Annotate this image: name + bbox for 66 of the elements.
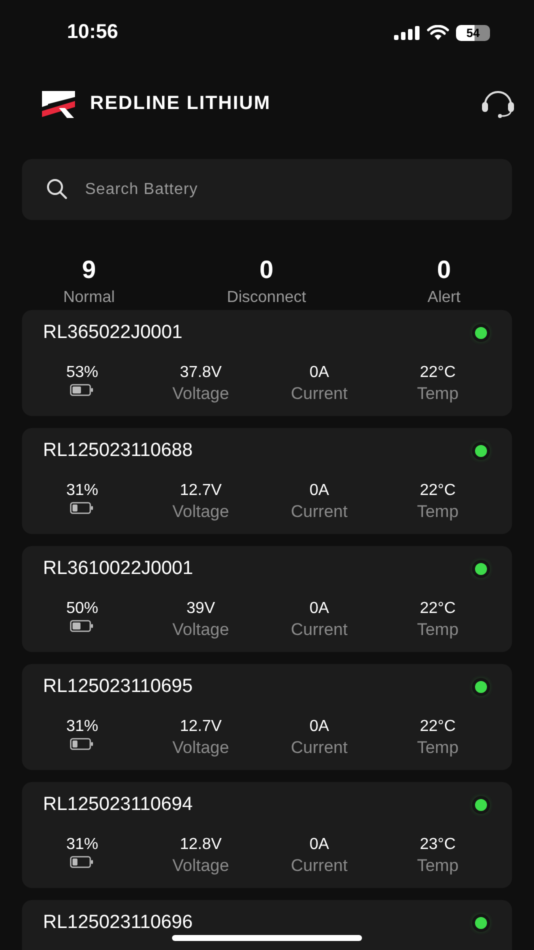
battery-card[interactable]: RL125023110695 31% 12.7V Voltage 0A Current 22°C Temp (22, 664, 512, 770)
battery-icon (70, 738, 94, 750)
battery-name: RL125023110694 (43, 794, 193, 816)
temp-value: 23°C (420, 836, 456, 854)
current-label: Current (290, 502, 348, 522)
voltage-label: Voltage (172, 384, 230, 404)
charge-value: 53% (66, 364, 98, 382)
temp-label: Temp (416, 738, 459, 758)
charge-value: 31% (66, 718, 98, 736)
battery-name: RL365022J0001 (43, 322, 182, 344)
summary-label: Disconnect (226, 289, 306, 307)
battery-icon (70, 384, 94, 396)
current-label: Current (290, 856, 348, 876)
voltage-value: 37.8V (180, 364, 222, 382)
signal-icon (394, 26, 420, 40)
battery-card[interactable]: RL3610022J0001 50% 39V Voltage 0A Current 22°C Temp (22, 546, 512, 652)
battery-name: RL3610022J0001 (43, 558, 194, 580)
voltage-label: Voltage (172, 502, 230, 522)
battery-card[interactable]: RL125023110688 31% 12.7V Voltage 0A Current 22°C Temp (22, 428, 512, 534)
battery-name: RL125023110696 (43, 912, 193, 934)
temp-label: Temp (416, 502, 459, 522)
battery-name: RL125023110695 (43, 676, 193, 698)
voltage-label: Voltage (172, 856, 230, 876)
charge-value: 50% (66, 600, 98, 618)
current-value: 0A (309, 718, 330, 736)
current-label: Current (290, 620, 348, 640)
temp-value: 22°C (420, 364, 456, 382)
wifi-icon (427, 25, 449, 40)
headset-icon[interactable] (480, 89, 516, 119)
current-value: 0A (309, 482, 330, 500)
voltage-value: 12.7V (180, 718, 222, 736)
voltage-label: Voltage (172, 738, 230, 758)
battery-card[interactable]: RL125023110694 31% 12.8V Voltage 0A Current 23°C Temp (22, 782, 512, 888)
battery-name: RL125023110688 (43, 440, 193, 462)
summary-count: 9 (82, 256, 96, 285)
battery-icon (70, 856, 94, 868)
current-value: 0A (309, 364, 330, 382)
current-label: Current (290, 384, 348, 404)
charge-value: 31% (66, 482, 98, 500)
voltage-label: Voltage (172, 620, 230, 640)
summary-label: Normal (63, 289, 115, 307)
battery-icon (70, 502, 94, 514)
current-value: 0A (309, 600, 330, 618)
current-value: 0A (309, 836, 330, 854)
logo-icon (42, 90, 75, 118)
search-field[interactable]: Search Battery (22, 159, 512, 220)
voltage-value: 12.7V (180, 482, 222, 500)
temp-label: Temp (416, 620, 459, 640)
battery-indicator: 54 (456, 24, 490, 40)
temp-label: Temp (416, 384, 459, 404)
temp-value: 22°C (420, 482, 456, 500)
summary-label: Alert (428, 289, 460, 307)
voltage-value: 39V (186, 600, 215, 618)
status-time: 10:56 (67, 21, 118, 44)
brand-name: REDLINE LITHIUM (90, 93, 271, 115)
battery-card[interactable]: RL365022J0001 53% 37.8V Voltage 0A Current 22°C Temp (22, 310, 512, 416)
voltage-value: 12.8V (180, 836, 222, 854)
battery-icon (70, 620, 94, 632)
charge-value: 31% (66, 836, 98, 854)
temp-value: 22°C (420, 718, 456, 736)
summary-count: 0 (260, 256, 274, 285)
temp-label: Temp (416, 856, 459, 876)
current-label: Current (290, 738, 348, 758)
summary-count: 0 (437, 256, 451, 285)
temp-value: 22°C (420, 600, 456, 618)
battery-card[interactable]: RL125023110696 (22, 900, 512, 950)
